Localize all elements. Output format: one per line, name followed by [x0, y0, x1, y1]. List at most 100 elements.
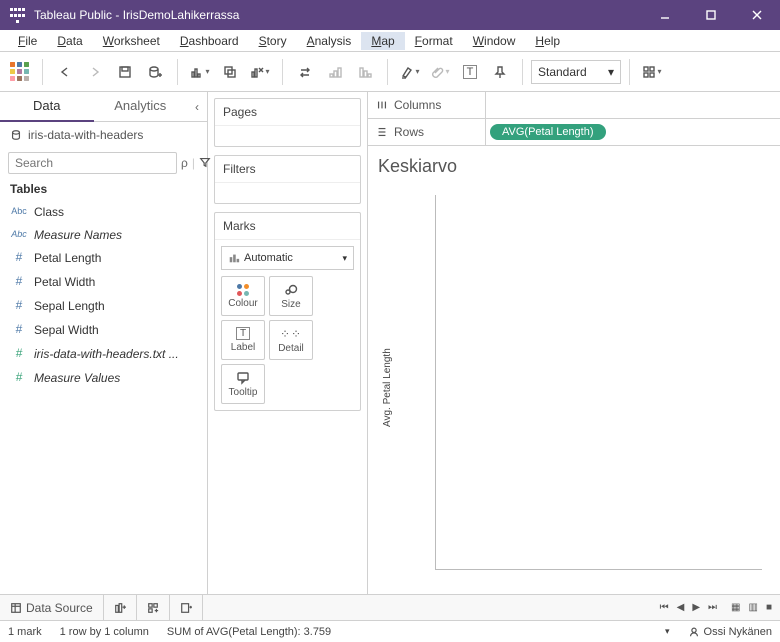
- field-petal-width[interactable]: Petal Width: [0, 270, 207, 294]
- label-button[interactable]: T: [456, 58, 484, 86]
- viz-title[interactable]: Keskiarvo: [368, 146, 780, 181]
- text-type-icon: [10, 225, 28, 244]
- undo-button[interactable]: [51, 58, 79, 86]
- menu-worksheet[interactable]: Worksheet: [93, 32, 170, 50]
- new-dashboard-tab[interactable]: [137, 595, 170, 620]
- nav-first[interactable]: ⏮: [658, 602, 671, 613]
- view-mode-filmstrip[interactable]: ▥: [747, 602, 760, 613]
- redo-button[interactable]: [81, 58, 109, 86]
- show-me-button[interactable]: ▾: [638, 58, 666, 86]
- bar-plus-icon: [190, 65, 204, 79]
- filters-shelf[interactable]: Filters: [214, 155, 361, 204]
- menu-window[interactable]: Window: [463, 32, 526, 50]
- mark-tooltip-button[interactable]: Tooltip: [221, 364, 265, 404]
- search-input[interactable]: [8, 152, 177, 174]
- group-button[interactable]: ▾: [426, 58, 454, 86]
- save-button[interactable]: [111, 58, 139, 86]
- main-area: Data Analytics ‹ iris-data-with-headers …: [0, 92, 780, 594]
- field-petal-length[interactable]: Petal Length: [0, 246, 207, 270]
- new-story-tab[interactable]: [170, 595, 203, 620]
- pages-label: Pages: [215, 99, 360, 126]
- maximize-icon: [704, 8, 718, 22]
- menu-help[interactable]: Help: [525, 32, 570, 50]
- mark-size-button[interactable]: Size: [269, 276, 313, 316]
- new-worksheet-button[interactable]: ▾: [186, 58, 214, 86]
- close-button[interactable]: [734, 0, 780, 30]
- view-mode-slideshow[interactable]: ■: [764, 602, 774, 613]
- pin-button[interactable]: [486, 58, 514, 86]
- menu-dashboard[interactable]: Dashboard: [170, 32, 249, 50]
- menu-map[interactable]: Map: [361, 32, 404, 50]
- status-marks: 1 mark: [8, 626, 42, 638]
- new-sheet-icon: [114, 602, 126, 614]
- fit-selector[interactable]: Standard ▾: [531, 60, 621, 84]
- number-type-icon: [10, 368, 28, 388]
- chevron-down-icon: ▾: [608, 65, 614, 79]
- menu-format[interactable]: Format: [405, 32, 463, 50]
- sidebar-collapse[interactable]: ‹: [187, 100, 207, 114]
- tableau-home-button[interactable]: [6, 58, 34, 86]
- field-sepal-length[interactable]: Sepal Length: [0, 294, 207, 318]
- number-type-icon: [10, 320, 28, 340]
- rows-shelf[interactable]: Rows AVG(Petal Length): [368, 119, 780, 146]
- highlight-button[interactable]: ▾: [396, 58, 424, 86]
- new-data-source-button[interactable]: [141, 58, 169, 86]
- chevron-down-icon: ▾: [342, 253, 347, 264]
- nav-next[interactable]: ▶: [690, 602, 702, 613]
- maximize-button[interactable]: [688, 0, 734, 30]
- number-type-icon: [10, 272, 28, 292]
- status-dropdown[interactable]: ▾: [665, 626, 670, 637]
- mark-label-button[interactable]: TLabel: [221, 320, 265, 360]
- field-label: Sepal Width: [34, 321, 99, 339]
- pin-icon: [493, 65, 507, 79]
- mark-detail-button[interactable]: ⁘⁘Detail: [269, 320, 313, 360]
- sort-asc-button[interactable]: [321, 58, 349, 86]
- duplicate-button[interactable]: [216, 58, 244, 86]
- text-icon: T: [463, 65, 478, 79]
- sort-asc-icon: [328, 65, 342, 79]
- user-icon: [688, 626, 700, 638]
- field-measure-names[interactable]: Measure Names: [0, 223, 207, 246]
- sort-desc-button[interactable]: [351, 58, 379, 86]
- field-label: Petal Width: [34, 273, 95, 291]
- field-sepal-width[interactable]: Sepal Width: [0, 318, 207, 342]
- search-icon[interactable]: ρ: [181, 156, 188, 170]
- plot-area[interactable]: [435, 195, 762, 570]
- field-iris-data-with-headers-txt-[interactable]: iris-data-with-headers.txt ...: [0, 342, 207, 366]
- swap-button[interactable]: [291, 58, 319, 86]
- minimize-icon: [658, 8, 672, 22]
- toolbar: ▾ ▾ ▾ ▾ T Standard ▾ ▾: [0, 52, 780, 92]
- new-worksheet-tab[interactable]: [104, 595, 137, 620]
- grid-icon: [642, 65, 656, 79]
- tab-data[interactable]: Data: [0, 91, 94, 122]
- minimize-button[interactable]: [642, 0, 688, 30]
- pages-shelf[interactable]: Pages: [214, 98, 361, 147]
- menu-story[interactable]: Story: [249, 32, 297, 50]
- menu-analysis[interactable]: Analysis: [297, 32, 362, 50]
- bar-x-icon: [250, 65, 264, 79]
- nav-last[interactable]: ⏭: [706, 602, 719, 613]
- fit-selector-label: Standard: [538, 65, 587, 79]
- field-measure-values[interactable]: Measure Values: [0, 366, 207, 390]
- field-class[interactable]: Class: [0, 200, 207, 223]
- menu-file[interactable]: File: [8, 32, 47, 50]
- tableau-logo-icon: [9, 61, 31, 83]
- status-agg: SUM of AVG(Petal Length): 3.759: [167, 626, 331, 638]
- tab-analytics[interactable]: Analytics: [94, 91, 188, 122]
- field-label: Measure Values: [34, 369, 120, 387]
- titlebar: Tableau Public - IrisDemoLahikerrassa: [0, 0, 780, 30]
- data-source-tab[interactable]: Data Source: [0, 595, 104, 620]
- columns-shelf[interactable]: Columns: [368, 92, 780, 119]
- columns-icon: [376, 99, 388, 111]
- view-mode-tabs[interactable]: ▦: [729, 602, 742, 613]
- connection-item[interactable]: iris-data-with-headers: [0, 122, 207, 148]
- data-source-label: Data Source: [26, 601, 93, 615]
- rows-label: Rows: [394, 125, 424, 139]
- menu-data[interactable]: Data: [47, 32, 92, 50]
- marks-type-selector[interactable]: Automatic ▾: [221, 246, 354, 270]
- new-dashboard-icon: [147, 602, 159, 614]
- mark-colour-button[interactable]: Colour: [221, 276, 265, 316]
- clear-button[interactable]: ▾: [246, 58, 274, 86]
- row-pill[interactable]: AVG(Petal Length): [490, 124, 606, 140]
- nav-prev[interactable]: ◀: [675, 602, 687, 613]
